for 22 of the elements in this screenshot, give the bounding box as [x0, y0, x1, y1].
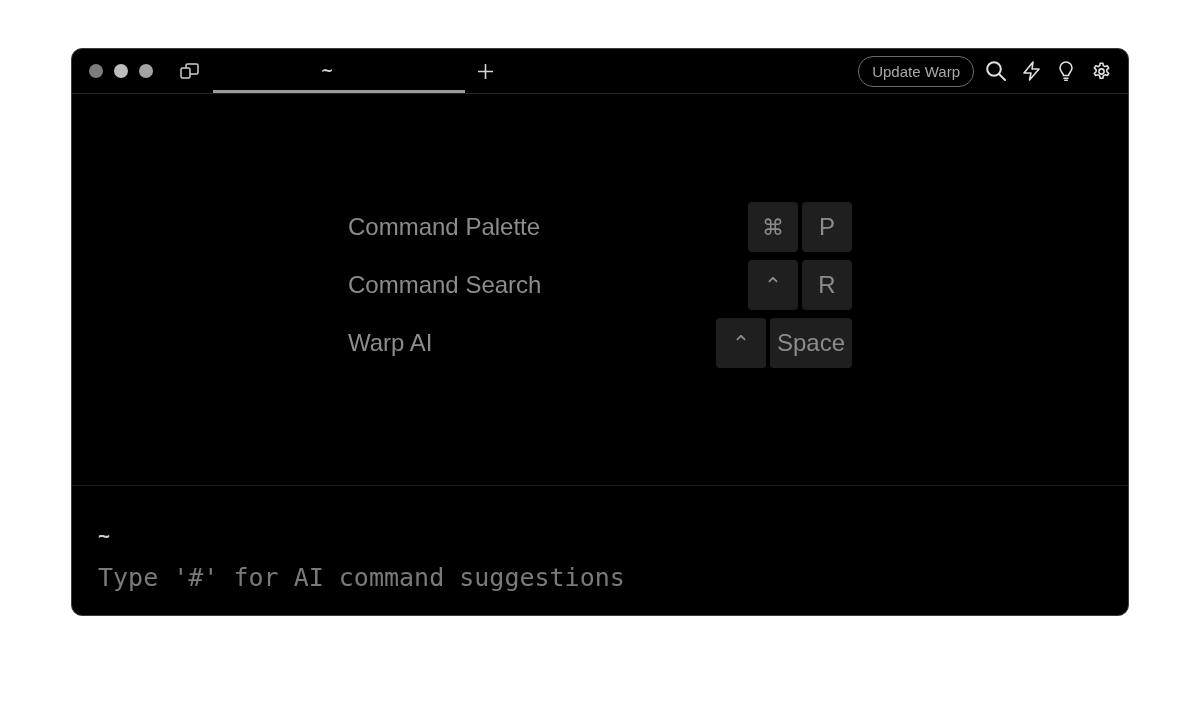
shortcut-label: Command Palette — [348, 213, 541, 241]
window-control-icon[interactable] — [139, 64, 153, 78]
key-cap: ⌃ — [715, 318, 766, 368]
lightning-icon[interactable] — [1021, 61, 1041, 81]
key-cap: Space — [769, 318, 852, 368]
window-control-icon[interactable] — [114, 64, 128, 78]
key-cap: ⌃ — [748, 260, 798, 310]
command-input[interactable]: Type '#' for AI command suggestions — [98, 561, 658, 593]
window-control-icon[interactable] — [89, 64, 103, 78]
directory-label: ~ — [98, 524, 111, 546]
search-icon[interactable] — [986, 61, 1006, 81]
shortcut-label: Warp AI — [348, 329, 433, 357]
key-cap: ⌘ — [748, 202, 798, 252]
panels-icon[interactable] — [180, 63, 199, 79]
settings-icon[interactable] — [1091, 61, 1111, 81]
plus-icon[interactable] — [478, 63, 493, 79]
key-cap: R — [802, 260, 852, 310]
key-cap: P — [802, 202, 852, 252]
lightbulb-icon[interactable] — [1056, 61, 1076, 81]
tab[interactable]: ~ — [213, 49, 465, 93]
update-button[interactable]: Update Warp — [858, 55, 974, 87]
shortcut-label: Command Search — [348, 271, 542, 299]
